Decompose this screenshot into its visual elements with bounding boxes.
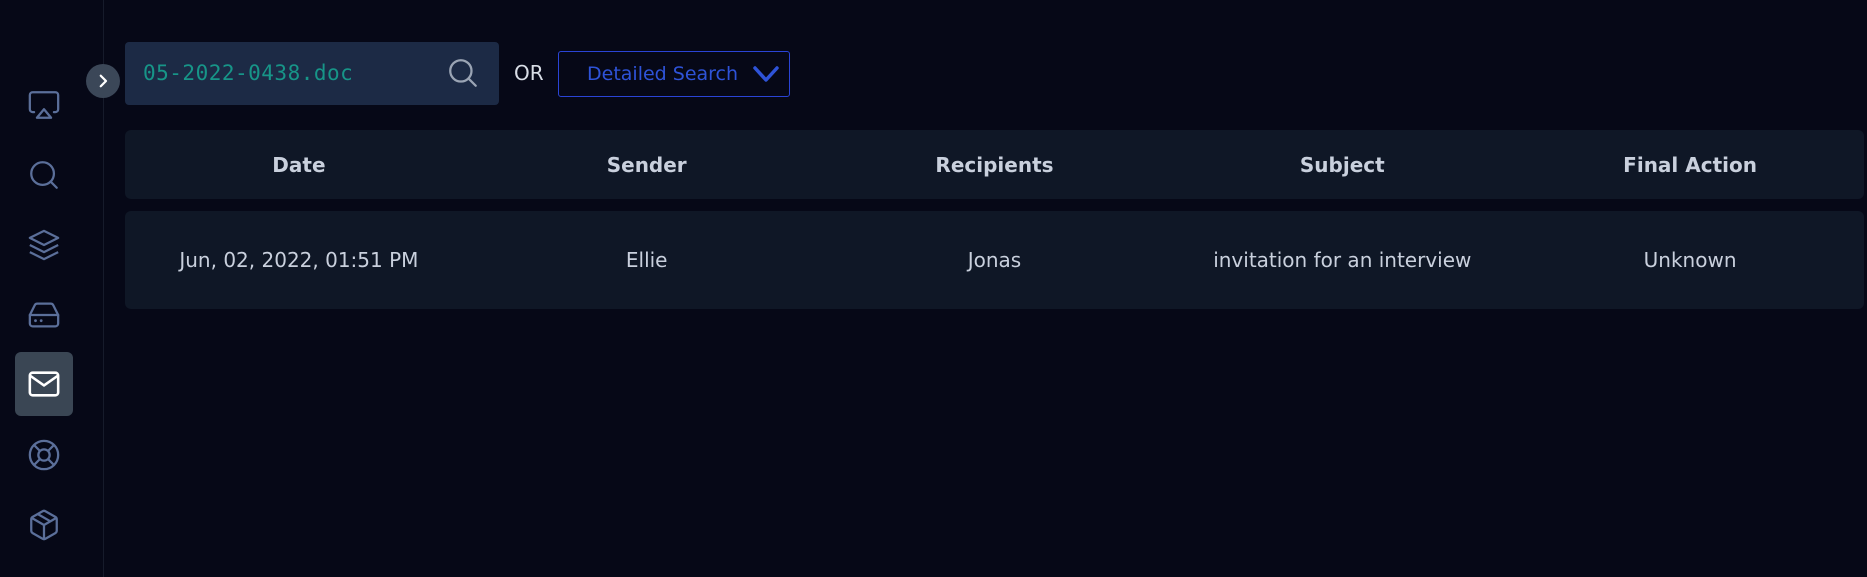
chevron-right-icon — [99, 74, 108, 88]
sidebar-item-layers[interactable] — [15, 213, 73, 277]
search-icon — [449, 59, 477, 87]
sidebar-item-storage[interactable] — [15, 283, 73, 347]
cell-subject: invitation for an interview — [1213, 248, 1472, 272]
detailed-search-label: Detailed Search — [587, 63, 739, 85]
detailed-search-button[interactable]: Detailed Search — [558, 51, 790, 97]
sidebar-item-package[interactable] — [15, 493, 73, 557]
lifebuoy-icon — [28, 439, 60, 471]
column-header-final-action[interactable]: Final Action — [1516, 153, 1864, 177]
sidebar-toggle-button[interactable] — [86, 64, 120, 98]
package-icon — [30, 509, 58, 541]
cell-final-action: Unknown — [1643, 248, 1737, 272]
hard-drive-icon — [28, 302, 60, 328]
or-label: OR — [514, 61, 544, 85]
table-row[interactable]: Jun, 02, 2022, 01:51 PM Ellie Jonas invi… — [125, 211, 1864, 309]
mail-icon — [28, 371, 60, 397]
search-input-value[interactable]: 05-2022-0438.doc — [143, 42, 353, 105]
sidebar-item-display[interactable] — [15, 73, 73, 137]
cell-sender: Ellie — [625, 248, 668, 272]
sidebar-item-mail[interactable] — [15, 352, 73, 416]
search-input[interactable]: 05-2022-0438.doc — [125, 42, 499, 105]
airplay-icon — [28, 91, 60, 119]
layers-icon — [28, 229, 60, 261]
cell-date: Jun, 02, 2022, 01:51 PM — [179, 248, 419, 272]
cell-recipients: Jonas — [967, 248, 1022, 272]
chevron-down-icon — [753, 66, 779, 82]
table-header: Date Sender Recipients Subject Final Act… — [125, 130, 1864, 199]
column-header-recipients[interactable]: Recipients — [821, 153, 1169, 177]
column-header-subject[interactable]: Subject — [1168, 153, 1516, 177]
search-icon — [30, 161, 58, 189]
search-submit-button[interactable] — [446, 56, 480, 90]
column-header-sender[interactable]: Sender — [473, 153, 821, 177]
app-root: 05-2022-0438.doc OR Detailed Search Date… — [0, 0, 1867, 577]
sidebar-item-search[interactable] — [15, 143, 73, 207]
column-header-date[interactable]: Date — [125, 153, 473, 177]
sidebar-item-support[interactable] — [15, 423, 73, 487]
